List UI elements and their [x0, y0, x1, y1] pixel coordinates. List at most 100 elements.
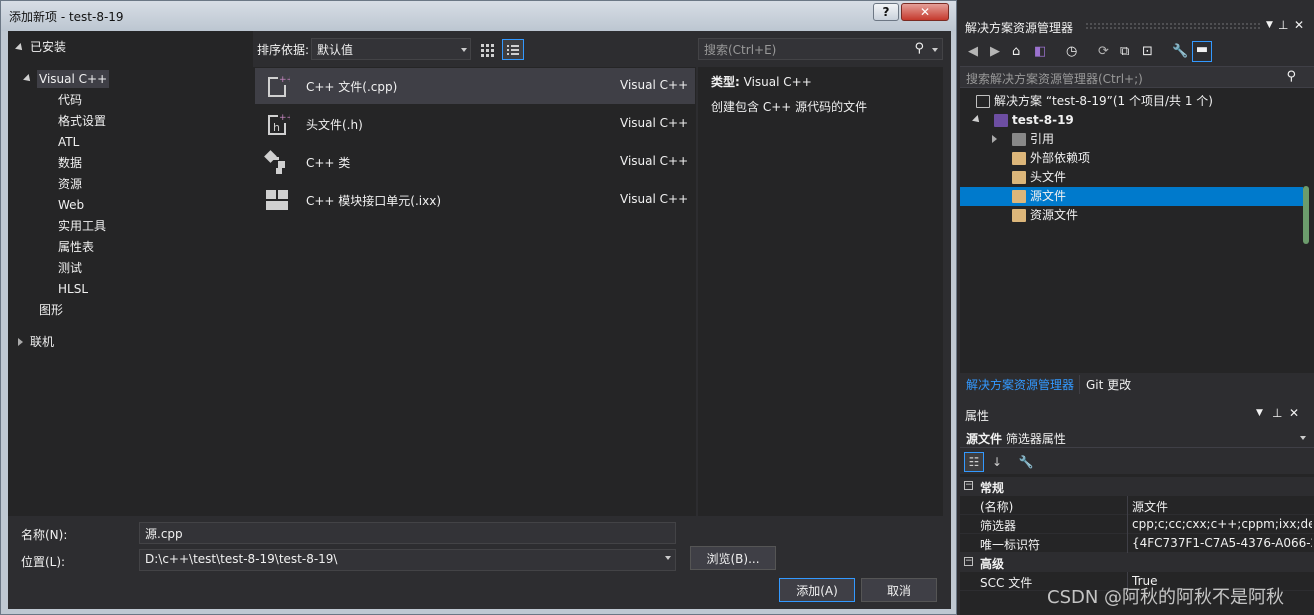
header-files-node[interactable]: 头文件: [1012, 168, 1066, 187]
svg-text:++: ++: [279, 75, 290, 85]
expand-icon[interactable]: [15, 43, 25, 53]
solution-explorer-panel: 解决方案资源管理器 ▼ ⊥ ✕ ◀ ▶ ⌂ ◧ ◷ ⟳ ⧉ ⊡ 🔧 ▬ 搜索解决…: [960, 14, 1314, 396]
tree-item-graphics[interactable]: 图形: [39, 301, 63, 319]
tree-item-hlsl[interactable]: HLSL: [58, 280, 88, 298]
forward-icon[interactable]: ▶: [990, 44, 1000, 59]
tree-item-web[interactable]: Web: [58, 196, 84, 214]
add-button[interactable]: 添加(A): [779, 578, 855, 602]
tree-item-test[interactable]: 测试: [58, 259, 82, 277]
properties-subject[interactable]: 源文件 筛选器属性: [960, 426, 1314, 448]
tree-item-visual-cpp[interactable]: Visual C++: [37, 70, 110, 88]
collapse-icon[interactable]: [18, 338, 23, 346]
collapse-all-icon[interactable]: ⧉: [1120, 44, 1129, 59]
switch-views-icon[interactable]: ◧: [1034, 44, 1046, 59]
property-row[interactable]: 唯一标识符 {4FC737F1-C7A5-4376-A066-2: [960, 534, 1314, 553]
dropdown-icon[interactable]: ▼: [1266, 20, 1273, 30]
source-files-node[interactable]: 源文件: [960, 187, 1303, 206]
references-icon: [1012, 133, 1026, 146]
tree-item-resource[interactable]: 资源: [58, 175, 82, 193]
chevron-down-icon[interactable]: [932, 48, 938, 52]
tree-item-utility[interactable]: 实用工具: [58, 217, 106, 235]
collapse-box-icon[interactable]: −: [964, 557, 973, 566]
properties-wrench-icon[interactable]: 🔧: [1172, 44, 1188, 59]
sync-icon[interactable]: ⟳: [1098, 44, 1109, 59]
template-item[interactable]: C++ 模块接口单元(.ixx) Visual C++: [255, 182, 695, 218]
dialog-titlebar[interactable]: 添加新项 - test-8-19 ? ✕: [1, 1, 956, 31]
close-icon[interactable]: ✕: [1294, 18, 1304, 32]
home-icon[interactable]: ⌂: [1012, 44, 1020, 59]
back-icon[interactable]: ◀: [968, 44, 978, 59]
template-item[interactable]: h++ 头文件(.h) Visual C++: [255, 106, 695, 142]
grid-view-button[interactable]: [476, 39, 498, 60]
collapse-icon[interactable]: [992, 135, 997, 143]
description-panel: 类型: Visual C++ 创建包含 C++ 源代码的文件: [698, 67, 943, 516]
pending-changes-icon[interactable]: ◷: [1066, 44, 1077, 59]
tab-solution-explorer[interactable]: 解决方案资源管理器: [966, 376, 1074, 393]
solution-node[interactable]: 解决方案 “test-8-19”(1 个项目/共 1 个): [976, 92, 1213, 111]
properties-titlebar[interactable]: 属性 ▼ ⊥ ✕: [960, 402, 1314, 426]
preview-selected-icon[interactable]: ▬: [1192, 41, 1212, 62]
tree-item-atl[interactable]: ATL: [58, 133, 79, 151]
template-name: C++ 模块接口单元(.ixx): [306, 194, 442, 208]
browse-button[interactable]: 浏览(B)...: [690, 546, 776, 570]
template-search-input[interactable]: 搜索(Ctrl+E) ⚲: [698, 38, 943, 60]
external-deps-node[interactable]: 外部依赖项: [1012, 149, 1090, 168]
expand-icon[interactable]: [972, 115, 982, 125]
close-icon[interactable]: ✕: [1289, 406, 1299, 420]
category-general[interactable]: − 常规: [960, 477, 1314, 496]
dropdown-icon[interactable]: ▼: [1256, 408, 1263, 418]
property-row[interactable]: 筛选器 cpp;c;cc;cxx;c++;cppm;ixx;def;: [960, 515, 1314, 534]
category-label: 高级: [980, 557, 1005, 571]
list-view-button[interactable]: [502, 39, 524, 60]
solution-explorer-titlebar[interactable]: 解决方案资源管理器 ▼ ⊥ ✕: [960, 14, 1314, 38]
property-row[interactable]: (名称) 源文件: [960, 496, 1314, 515]
tree-item-online[interactable]: 联机: [30, 333, 54, 351]
alphabetical-icon[interactable]: ↓: [987, 452, 1007, 472]
tree-item-formatting[interactable]: 格式设置: [58, 112, 106, 130]
close-button[interactable]: ✕: [901, 3, 949, 21]
template-name: C++ 类: [306, 156, 351, 170]
tree-item-code[interactable]: 代码: [58, 91, 82, 109]
expand-icon[interactable]: [23, 74, 33, 84]
tree-item-installed[interactable]: 已安装: [30, 38, 66, 56]
node-label: 源文件: [1030, 189, 1067, 203]
location-label: 位置(L):: [21, 555, 66, 569]
template-item[interactable]: C++ 类 Visual C++: [255, 144, 695, 180]
project-icon: [994, 114, 1008, 127]
properties-toolbar: ☷ ↓ 🔧: [960, 448, 1314, 474]
show-all-files-icon[interactable]: ⊡: [1142, 44, 1153, 59]
tab-git-changes[interactable]: Git 更改: [1086, 376, 1131, 393]
references-node[interactable]: 引用: [1012, 130, 1054, 149]
property-name: SCC 文件: [980, 576, 1033, 590]
sort-label: 排序依据:: [257, 43, 310, 57]
column-divider: [1127, 534, 1128, 553]
resource-files-node[interactable]: 资源文件: [1012, 206, 1078, 225]
chevron-down-icon[interactable]: [1300, 436, 1306, 440]
property-value[interactable]: 源文件: [1132, 498, 1312, 515]
column-divider: [1127, 515, 1128, 534]
property-value[interactable]: {4FC737F1-C7A5-4376-A066-2: [1132, 536, 1312, 550]
category-advanced[interactable]: − 高级: [960, 553, 1314, 572]
vertical-scrollbar[interactable]: [1303, 186, 1309, 244]
categorized-icon[interactable]: ☷: [964, 452, 984, 472]
project-node[interactable]: test-8-19: [994, 111, 1074, 130]
tree-item-property-sheets[interactable]: 属性表: [58, 238, 94, 256]
help-button[interactable]: ?: [873, 3, 899, 21]
template-item[interactable]: ++ C++ 文件(.cpp) Visual C++: [255, 68, 695, 104]
search-icon[interactable]: ⚲: [914, 41, 924, 56]
cancel-button[interactable]: 取消: [861, 578, 937, 602]
pin-icon[interactable]: ⊥: [1272, 406, 1282, 420]
tree-item-data[interactable]: 数据: [58, 154, 82, 172]
property-name: 唯一标识符: [980, 538, 1041, 552]
sort-dropdown[interactable]: 默认值: [311, 38, 471, 60]
collapse-box-icon[interactable]: −: [964, 481, 973, 490]
property-value[interactable]: cpp;c;cc;cxx;c++;cppm;ixx;def;: [1132, 517, 1312, 531]
search-icon[interactable]: ⚲: [1286, 69, 1296, 84]
pin-icon[interactable]: ⊥: [1278, 18, 1288, 32]
solution-search-input[interactable]: 搜索解决方案资源管理器(Ctrl+;) ⚲: [960, 66, 1314, 88]
chevron-down-icon[interactable]: [665, 556, 671, 560]
name-input[interactable]: 源.cpp: [139, 522, 676, 544]
drag-grip[interactable]: [1085, 22, 1260, 29]
location-input[interactable]: D:\c++\test\test-8-19\test-8-19\: [139, 549, 676, 571]
property-pages-wrench-icon[interactable]: 🔧: [1016, 452, 1036, 472]
